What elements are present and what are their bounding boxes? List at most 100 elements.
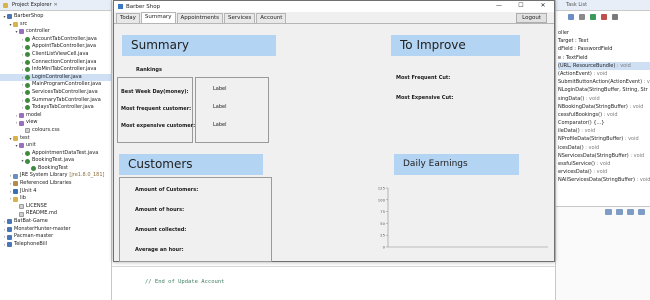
tree-item[interactable]: ▾ src — [0, 21, 111, 29]
tree-item[interactable]: › view — [0, 119, 111, 127]
close-button[interactable]: ✕ — [532, 1, 554, 12]
tree-item[interactable]: › BatBat-Game — [0, 218, 111, 226]
outline-item[interactable]: (URL, ResourceBundle) : void — [558, 61, 650, 70]
tree-item-label: BatBat-Game — [14, 218, 48, 225]
tree-item[interactable]: ▾ unit — [0, 142, 111, 150]
outline-item[interactable]: Target : Text — [558, 37, 650, 45]
tree-item[interactable]: › AppointTabController.java — [0, 43, 111, 51]
task-list-tab[interactable]: Task List — [556, 0, 650, 11]
tree-item-label: TodaysTabController.java — [32, 104, 94, 111]
tree-item[interactable]: › ConnectionController.java — [0, 59, 111, 67]
outline-item[interactable]: ervicesData() : void — [558, 168, 650, 176]
java-icon — [25, 75, 30, 81]
code-editor[interactable]: // End of Update Account — [112, 266, 555, 300]
outline-item-label: NLoginData(StringBuffer, String, Str — [558, 87, 648, 94]
focus-icon[interactable] — [590, 14, 596, 20]
outline-item-return-type: : void — [602, 111, 618, 118]
tree-item[interactable]: colours.css — [0, 127, 111, 135]
rankings-label-box: Best Week Day(money): Most frequent cust… — [117, 77, 195, 143]
outline-item[interactable]: icesData() : void — [558, 144, 650, 152]
hide-fields-icon[interactable] — [601, 14, 607, 20]
tree-item[interactable]: › ServicesTabController.java — [0, 89, 111, 97]
rankings-heading: Rankings — [136, 67, 162, 73]
outline-item[interactable]: (ActionEvent) : void — [558, 70, 650, 78]
outline-item[interactable]: NLoginData(StringBuffer, String, Str — [558, 86, 650, 94]
outline-item-label: NBookingData(StringBuffer) — [558, 103, 628, 110]
tree-item[interactable]: › lib — [0, 195, 111, 203]
tree-item[interactable]: › TodaysTabController.java — [0, 104, 111, 112]
project-explorer-tab[interactable]: Project Explorer ✕ — [0, 0, 111, 11]
problems-tab-icon[interactable] — [616, 209, 623, 215]
view-menu-icon[interactable] — [612, 14, 618, 20]
outline-item[interactable]: SubmitButtonAction(ActionEvent) : void — [558, 78, 650, 86]
tree-item-label: unit — [26, 142, 36, 149]
outline-item[interactable]: singData() : void — [558, 95, 650, 103]
tree-item[interactable]: › MonsterHunter-master — [0, 226, 111, 234]
tree-item-label: BarberShop — [14, 13, 44, 19]
sort-icon[interactable] — [568, 14, 574, 20]
outline-item[interactable]: oller — [558, 29, 650, 37]
outline-item[interactable]: dField : PasswordField — [558, 45, 650, 53]
outline-item-label: ileData() — [558, 128, 580, 135]
close-icon[interactable]: ✕ — [54, 2, 58, 8]
outline-item[interactable]: NServicesData(StringBuffer) : void — [558, 152, 650, 160]
tree-item[interactable]: LICENSE — [0, 203, 111, 211]
average-an-hour-label: Average an hour: — [135, 247, 184, 253]
outline-item[interactable]: essfulService() : void — [558, 160, 650, 168]
progress-tab-icon[interactable] — [638, 209, 645, 215]
tree-item[interactable]: › MainProgramController.java — [0, 81, 111, 89]
tree-item[interactable]: › ClientListViewCell.java — [0, 51, 111, 59]
tree-item[interactable]: › Pacman-master — [0, 233, 111, 241]
tree-item[interactable]: › AccountTabController.java — [0, 36, 111, 44]
customers-box: Amount of Customers: Amount of hours: Am… — [119, 177, 272, 262]
tab-services[interactable]: Services — [224, 13, 256, 23]
outline-item[interactable]: NProfileData(StringBuffer) : void — [558, 135, 650, 143]
filter-icon[interactable] — [579, 14, 585, 20]
tab-appointments[interactable]: Appointments — [176, 13, 224, 23]
y-tick-label: 75 — [380, 209, 385, 214]
logout-button[interactable]: Logout — [516, 13, 547, 23]
tree-item[interactable]: BookingTest — [0, 165, 111, 173]
outline-item[interactable]: cessfulBookings() : void — [558, 111, 650, 119]
tree-item-label: view — [26, 119, 38, 126]
tree-item[interactable]: › JRE System Library [jre1.8.0_181] — [0, 172, 111, 180]
tree-item[interactable]: › TelephoneBill — [0, 241, 111, 249]
outline-item[interactable]: Comparator() {...} — [558, 119, 650, 127]
tree-item[interactable]: › Referenced Libraries — [0, 180, 111, 188]
tree-item[interactable]: › SummaryTabController.java — [0, 97, 111, 105]
terminal-tab-icon[interactable] — [627, 209, 634, 215]
tree-item[interactable]: › InfoMiniTabController.java — [0, 66, 111, 74]
tree-item-label: LoginController.java — [32, 73, 82, 80]
console-tab-icon[interactable] — [605, 209, 612, 215]
tree-item-label: MainProgramController.java — [32, 81, 102, 88]
title-bar[interactable]: Barber Shop — ☐ ✕ — [114, 1, 554, 12]
tree-item[interactable]: › JUnit 4 — [0, 188, 111, 196]
outline-item[interactable]: NBookingData(StringBuffer) : void — [558, 103, 650, 111]
tree-item-label: lib — [20, 195, 26, 202]
tree-item[interactable]: ▾ test — [0, 135, 111, 143]
maximize-button[interactable]: ☐ — [510, 1, 532, 12]
outline-item[interactable]: NAllServicesData(StringBuffer) : void — [558, 176, 650, 184]
outline-item[interactable]: e : TextField — [558, 54, 650, 62]
tree-item[interactable]: ▾ controller — [0, 28, 111, 36]
tab-summary[interactable]: Summary — [140, 12, 176, 23]
most-expensive-customer-value: Label — [213, 122, 227, 128]
folder-icon — [13, 135, 18, 141]
tree-item[interactable]: README.md — [0, 210, 111, 218]
outline-item-label: e : TextField — [558, 54, 588, 61]
tree-item[interactable]: › LoginController.java — [0, 73, 111, 82]
most-expensive-cut-label: Most Expensive Cut: — [396, 95, 454, 101]
outline-item-label: icesData() — [558, 144, 584, 151]
tree-item[interactable]: ▾ BookingTest.java — [0, 157, 111, 165]
amount-of-customers-label: Amount of Customers: — [135, 187, 199, 193]
tab-today[interactable]: Today — [116, 13, 140, 23]
package-icon — [19, 113, 24, 119]
project-icon — [7, 14, 12, 20]
tree-item[interactable]: › model — [0, 112, 111, 120]
project-icon — [7, 226, 12, 232]
tree-item[interactable]: › AppointmentDataTest.java — [0, 150, 111, 158]
tree-item[interactable]: ▾ BarberShop — [0, 13, 111, 21]
tab-account[interactable]: Account — [256, 13, 287, 23]
outline-item[interactable]: ileData() : void — [558, 127, 650, 135]
minimize-button[interactable]: — — [488, 1, 510, 12]
